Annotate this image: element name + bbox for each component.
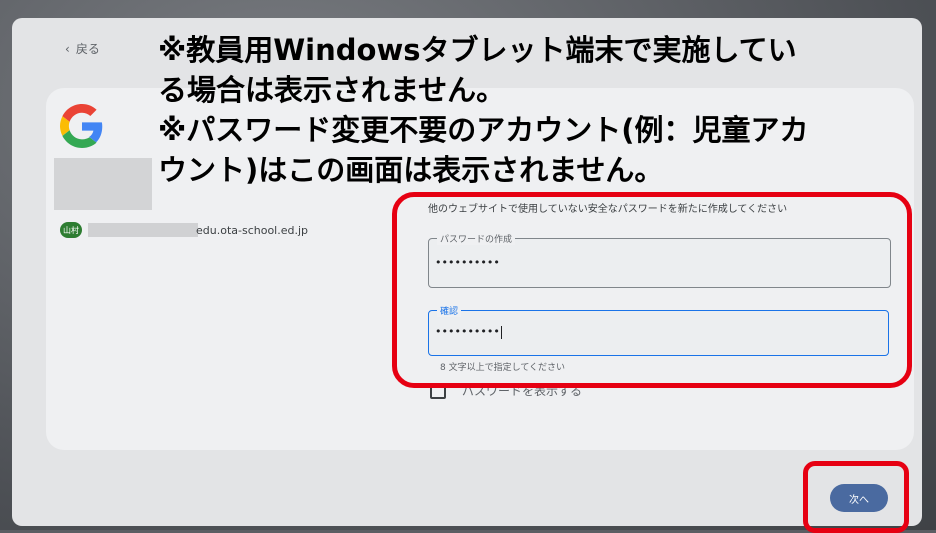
email-suffix: edu.ota-school.ed.jp <box>196 223 309 237</box>
back-button[interactable]: ‹ 戻る <box>65 40 100 57</box>
back-label: 戻る <box>75 42 100 56</box>
redacted-block <box>54 158 152 210</box>
annotation-text: ※教員用Windowsタブレット端末で実施してい る場合は表示されません。 ※パ… <box>158 30 918 190</box>
annotation-line-3: ※パスワード変更不要のアカウント(例：児童アカ <box>158 113 809 147</box>
annotation-line-2: る場合は表示されません。 <box>158 73 506 107</box>
avatar: 山村 <box>60 222 82 238</box>
redacted-email <box>88 223 198 237</box>
account-chip: 山村 edu.ota-school.ed.jp <box>60 222 308 238</box>
highlight-box-next <box>803 461 909 533</box>
photo-frame: ‹ 戻る 山村 edu.ota-school.ed.jp 他のウェブサイトで使用… <box>0 0 936 533</box>
annotation-line-1: ※教員用Windowsタブレット端末で実施してい <box>158 33 797 67</box>
google-logo-icon <box>60 104 103 148</box>
annotation-line-4: ウント)はこの画面は表示されません。 <box>158 153 664 187</box>
highlight-box-fields <box>392 192 912 388</box>
chevron-left-icon: ‹ <box>65 41 70 56</box>
